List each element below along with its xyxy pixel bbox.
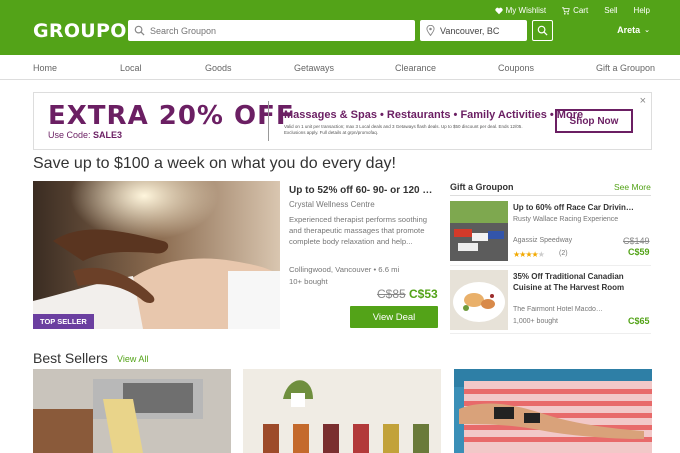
featured-old-price: C$85 — [377, 287, 406, 301]
heart-icon — [495, 7, 503, 14]
cart-link[interactable]: Cart — [562, 6, 588, 15]
promo-headline: EXTRA 20% OFF — [48, 101, 295, 131]
featured-deal-image[interactable] — [33, 181, 280, 329]
close-icon[interactable]: × — [640, 95, 646, 107]
category-nav: Home Local Goods Getaways Clearance Coup… — [0, 55, 680, 80]
best-sellers-title: Best Sellers — [33, 350, 108, 366]
gift-new-price: C$59 — [628, 247, 650, 257]
gift-section-title: Gift a Groupon — [450, 182, 514, 192]
user-menu[interactable]: Areta ⌄ — [617, 25, 650, 35]
best-seller-image-pasta-maker[interactable] — [33, 369, 231, 453]
nav-clearance[interactable]: Clearance — [395, 63, 436, 73]
search-box — [128, 20, 415, 41]
top-seller-badge: TOP SELLER — [33, 314, 94, 329]
best-seller-image-juice-bottles[interactable] — [243, 369, 441, 453]
nav-getaways[interactable]: Getaways — [294, 63, 334, 73]
location-value: Vancouver, BC — [440, 25, 500, 36]
nav-coupons[interactable]: Coupons — [498, 63, 534, 73]
best-seller-image-beach[interactable] — [454, 369, 652, 453]
race-car-image[interactable] — [450, 201, 508, 261]
chevron-down-icon: ⌄ — [644, 27, 650, 34]
nav-goods[interactable]: Goods — [205, 63, 232, 73]
featured-deal-merchant: Crystal Wellness Centre — [289, 200, 375, 209]
nav-gift-a-groupon[interactable]: Gift a Groupon — [596, 63, 655, 73]
help-link[interactable]: Help — [634, 6, 650, 15]
wishlist-link[interactable]: My Wishlist — [495, 6, 546, 15]
divider — [450, 265, 651, 266]
gift-item-bought: 1,000+ bought — [513, 318, 558, 325]
featured-new-price: C$53 — [409, 287, 438, 301]
featured-deal-description: Experienced therapist performs soothing … — [289, 215, 428, 246]
divider — [450, 195, 651, 196]
promo-fine-print: Valid on 1 unit per transaction; max 3 L… — [284, 124, 523, 135]
promo-banner[interactable]: EXTRA 20% OFF Use Code: SALE3 Massages &… — [33, 92, 652, 150]
shop-now-button[interactable]: Shop Now — [555, 109, 633, 133]
featured-deal-location: Collingwood, Vancouver • 6.6 mi — [289, 265, 400, 274]
search-button[interactable] — [532, 20, 553, 41]
gift-item-location: Agassiz Speedway — [513, 237, 573, 244]
sell-link[interactable]: Sell — [604, 6, 617, 15]
search-input[interactable] — [150, 25, 400, 36]
top-links: My Wishlist Cart Sell Help — [495, 6, 650, 15]
view-deal-button[interactable]: View Deal — [350, 306, 438, 328]
search-icon — [537, 25, 548, 36]
user-name: Areta — [617, 25, 641, 35]
promo-code: Use Code: SALE3 — [48, 130, 123, 140]
nav-local[interactable]: Local — [120, 63, 142, 73]
review-count: (2) — [559, 250, 568, 257]
groupon-logo[interactable]: GROUPON — [33, 20, 143, 42]
gift-new-price: C$65 — [628, 316, 650, 326]
view-all-link[interactable]: View All — [117, 354, 148, 364]
promo-categories: Massages & Spas • Restaurants • Family A… — [284, 109, 584, 121]
header: GROUPON My Wishlist Cart Sell Help Vanco… — [0, 0, 680, 55]
page-headline: Save up to $100 a week on what you do ev… — [33, 155, 396, 172]
star-rating: ★★★★★ — [513, 250, 545, 259]
location-pin-icon — [426, 25, 435, 36]
featured-deal-bought: 10+ bought — [289, 277, 328, 286]
gift-item-merchant: The Fairmont Hotel Macdonald — [513, 306, 605, 313]
featured-deal-title[interactable]: Up to 52% off 60- 90- or 120 Minute Mass… — [289, 185, 439, 196]
gift-item-merchant: Rusty Wallace Racing Experience — [513, 216, 619, 223]
cart-icon — [562, 6, 570, 15]
gift-item-title[interactable]: Up to 60% off Race Car Driving Experienc… — [513, 202, 638, 213]
cuisine-image[interactable] — [450, 270, 508, 330]
divider — [450, 333, 651, 334]
gift-old-price: C$149 — [623, 236, 650, 246]
gift-item-title[interactable]: 35% Off Traditional Canadian Cuisine at … — [513, 271, 638, 293]
see-more-link[interactable]: See More — [614, 182, 651, 192]
nav-home[interactable]: Home — [33, 63, 57, 73]
promo-divider — [268, 101, 269, 141]
search-icon — [134, 25, 145, 36]
location-box[interactable]: Vancouver, BC — [420, 20, 527, 41]
